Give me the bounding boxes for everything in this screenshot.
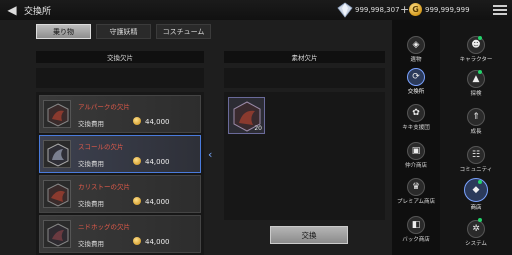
paw-icon: ✿ (407, 104, 425, 122)
nav-broker-shop[interactable]: ▣ 仲介商店 (394, 142, 438, 169)
item-name: カリストーの欠片 (78, 183, 130, 191)
gold-coin-icon (133, 157, 141, 165)
nav-label: 仲介商店 (404, 163, 427, 169)
material-fragment-subbar (224, 68, 385, 88)
item-cost: 44,000 (145, 158, 170, 166)
vehicle-thumbnail (43, 220, 71, 248)
nav-growth[interactable]: ⇑ 成長 (454, 108, 498, 135)
item-name: ニドホッグの欠片 (78, 223, 130, 231)
material-panel: 20 (224, 92, 385, 220)
gold-coin-icon (133, 237, 141, 245)
character-icon: ☻ (467, 36, 485, 54)
nav-kiki-support[interactable]: ✿ キキ支援団 (394, 104, 438, 131)
tab-guardian-fairy[interactable]: 守護妖精 (96, 24, 151, 39)
nav-label: 探検 (470, 91, 482, 97)
nav-label: キキ支援団 (402, 125, 430, 131)
nav-label: システム (465, 241, 487, 247)
nav-shop[interactable]: ◆ 商店 (454, 178, 498, 211)
exchange-fragment-subbar (36, 68, 204, 88)
item-cost: 44,000 (145, 118, 170, 126)
diamond-icon (337, 2, 353, 18)
add-currency-button[interactable]: + (400, 3, 409, 16)
cost-label: 交換費用 (78, 160, 104, 168)
growth-icon: ⇑ (467, 108, 485, 126)
notification-dot (478, 36, 482, 40)
exchange-icon: ⟳ (407, 68, 425, 86)
sub-menu: ◈ 遺物 ⟳ 交換所 ✿ キキ支援団 ▣ 仲介商店 ♛ プレミアム商店 ◧ バッ… (392, 20, 440, 255)
coin-amount: 999,999,999 (425, 6, 470, 14)
relic-icon: ◈ (407, 36, 425, 54)
nav-label: 遺物 (410, 57, 422, 63)
gold-coin-icon (133, 117, 141, 125)
explore-icon: ▲ (467, 70, 485, 88)
premium-shop-icon: ♛ (407, 178, 425, 196)
exchange-button[interactable]: 交換 (270, 226, 348, 244)
nav-bag-shop[interactable]: ◧ バック商店 (394, 216, 438, 243)
material-slot[interactable]: 20 (228, 97, 265, 134)
tab-vehicle[interactable]: 乗り物 (36, 24, 91, 39)
exchange-fragment-header: 交換欠片 (36, 51, 204, 63)
diamond-amount: 999,998,307 (355, 6, 400, 14)
notification-dot (478, 180, 482, 184)
cost-label: 交換費用 (78, 120, 104, 128)
item-name: スコールの欠片 (78, 143, 124, 151)
material-fragment-header: 素材欠片 (224, 51, 385, 63)
item-cost: 44,000 (145, 238, 170, 246)
system-icon: ✲ (467, 220, 485, 238)
gold-coin-icon (133, 197, 141, 205)
bag-shop-icon: ◧ (407, 216, 425, 234)
tab-costume[interactable]: コスチューム (156, 24, 211, 39)
nav-label: プレミアム商店 (396, 199, 436, 205)
main-menu: ☻ キャラクター ▲ 探検 ⇑ 成長 ☷ コミュニティ ◆ 商店 ✲ システム (440, 20, 512, 255)
notification-dot (478, 70, 482, 74)
list-item[interactable]: カリストーの欠片 交換費用 44,000 (39, 175, 201, 213)
vehicle-thumbnail (43, 140, 71, 168)
nav-label: キャラクター (459, 57, 493, 63)
nav-community[interactable]: ☷ コミュニティ (454, 146, 498, 173)
nav-label: 交換所 (407, 89, 425, 95)
item-name: アルパークの欠片 (78, 103, 130, 111)
cost-label: 交換費用 (78, 200, 104, 208)
gold-coin-icon: G (409, 3, 422, 16)
back-icon[interactable]: ◀ (4, 2, 20, 18)
nav-label: 成長 (470, 129, 482, 135)
list-item[interactable]: ニドホッグの欠片 交換費用 44,000 (39, 215, 201, 253)
material-count: 20 (254, 125, 262, 132)
nav-label: 商店 (470, 205, 482, 211)
chevron-left-icon: ‹ (208, 148, 213, 161)
shop-icon: ◆ (464, 178, 488, 202)
exchange-item-list: アルパークの欠片 交換費用 44,000 スコールの欠片 交換費用 44,000… (36, 92, 204, 255)
broker-shop-icon: ▣ (407, 142, 425, 160)
nav-premium-shop[interactable]: ♛ プレミアム商店 (394, 178, 438, 205)
nav-system[interactable]: ✲ システム (454, 220, 498, 247)
nav-explore[interactable]: ▲ 探検 (454, 70, 498, 97)
vehicle-thumbnail (43, 100, 71, 128)
nav-character[interactable]: ☻ キャラクター (454, 36, 498, 63)
list-item[interactable]: スコールの欠片 交換費用 44,000 (39, 135, 201, 173)
tab-bar: 乗り物 守護妖精 コスチューム (36, 24, 211, 39)
menu-icon[interactable] (492, 3, 508, 17)
nav-exchange[interactable]: ⟳ 交換所 (394, 68, 438, 95)
cost-label: 交換費用 (78, 240, 104, 248)
notification-dot (478, 218, 482, 222)
page-title: 交換所 (24, 6, 52, 17)
nav-relic[interactable]: ◈ 遺物 (394, 36, 438, 63)
list-item[interactable]: アルパークの欠片 交換費用 44,000 (39, 95, 201, 133)
item-cost: 44,000 (145, 198, 170, 206)
vehicle-thumbnail (43, 180, 71, 208)
community-icon: ☷ (467, 146, 485, 164)
nav-label: コミュニティ (459, 167, 493, 173)
nav-label: バック商店 (402, 237, 430, 243)
